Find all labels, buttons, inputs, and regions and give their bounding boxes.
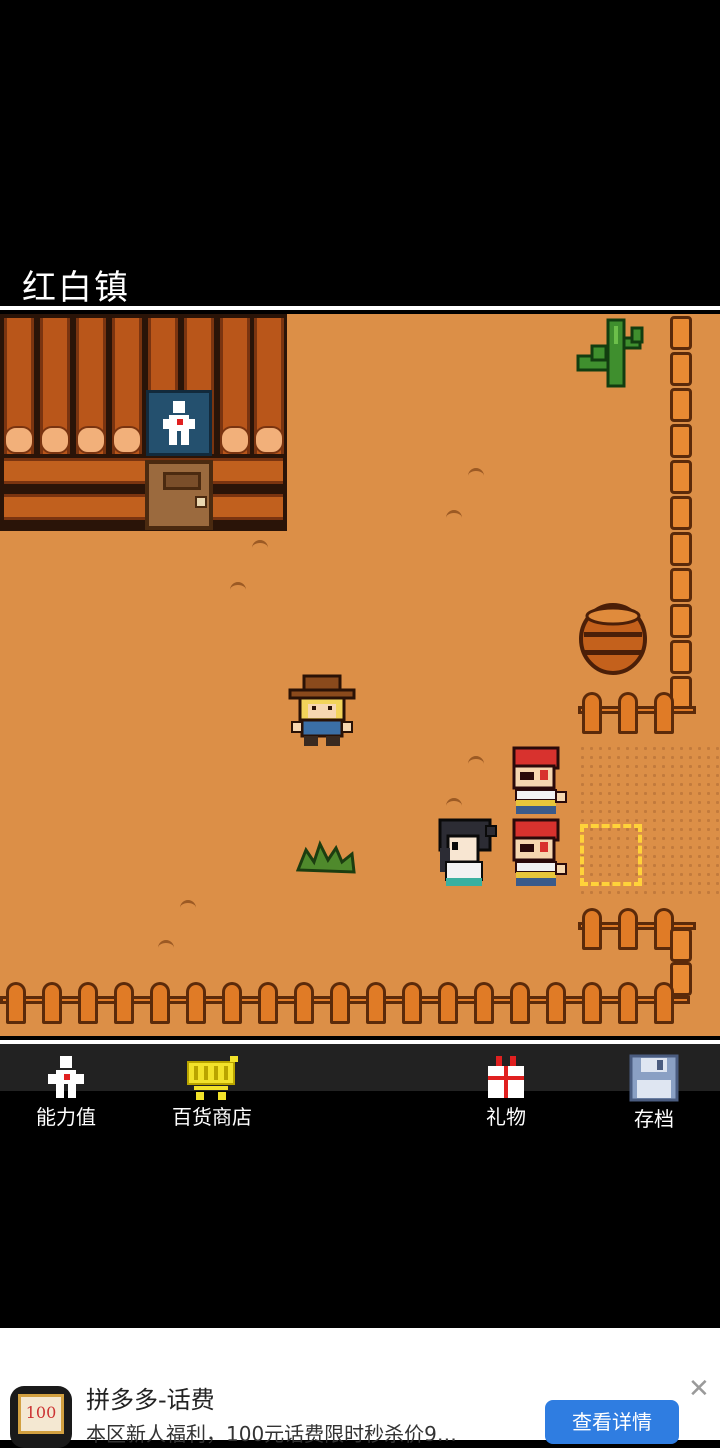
pebble xyxy=(468,756,484,765)
shop-sign-icon xyxy=(146,390,212,456)
ad-title: 拼多多-话费 xyxy=(86,1386,215,1414)
menu-shop-label: 百货商店 xyxy=(172,1105,252,1129)
grass-bush-icon xyxy=(296,840,356,874)
menu-stats-label: 能力值 xyxy=(36,1105,96,1129)
close-icon[interactable]: ✕ xyxy=(688,1376,710,1402)
pebble xyxy=(230,582,246,591)
location-title: 红白镇 xyxy=(22,268,130,308)
selection-cursor[interactable] xyxy=(580,824,642,886)
fence-vertical xyxy=(670,314,696,734)
ad-details-button[interactable]: 查看详情 xyxy=(545,1400,679,1444)
pebble xyxy=(158,940,174,949)
cowboy-npc[interactable] xyxy=(286,674,358,750)
character-icon xyxy=(48,1056,84,1098)
gift-icon xyxy=(488,1056,524,1098)
pebble xyxy=(446,798,462,807)
menu-stats-button[interactable]: 能力值 xyxy=(6,1054,126,1130)
menu-gift-button[interactable]: 礼物 xyxy=(446,1054,566,1130)
menu-shop-button[interactable]: 百货商店 xyxy=(152,1054,272,1130)
player-character[interactable] xyxy=(434,818,500,894)
game-map[interactable] xyxy=(0,314,720,1036)
fence-pen-top xyxy=(578,692,698,742)
cactus-icon xyxy=(576,318,644,388)
ad-app-icon[interactable]: 100 xyxy=(10,1386,72,1448)
red-hair-npc[interactable] xyxy=(508,818,570,894)
pebble xyxy=(446,510,462,519)
ad-icon-text: 100 xyxy=(18,1394,64,1434)
shop-door[interactable] xyxy=(145,460,213,530)
pebble xyxy=(468,468,484,477)
menu-gift-label: 礼物 xyxy=(486,1105,526,1129)
pebble xyxy=(180,900,196,909)
menu-save-button[interactable]: 存档 xyxy=(594,1054,714,1132)
shop-building[interactable] xyxy=(0,314,287,531)
red-hair-npc[interactable] xyxy=(508,746,570,822)
shopping-cart-icon xyxy=(187,1056,238,1100)
menu-save-label: 存档 xyxy=(634,1107,674,1131)
floppy-disk-icon xyxy=(629,1054,679,1102)
pebble xyxy=(252,540,268,549)
ad-description: 本区新人福利，100元话费限时秒杀价9… xyxy=(86,1422,457,1446)
barrel-icon[interactable] xyxy=(578,602,648,676)
ad-banner[interactable]: 100 拼多多-话费 本区新人福利，100元话费限时秒杀价9… 查看详情 ✕ xyxy=(0,1328,720,1448)
fence-bottom xyxy=(0,982,700,1032)
